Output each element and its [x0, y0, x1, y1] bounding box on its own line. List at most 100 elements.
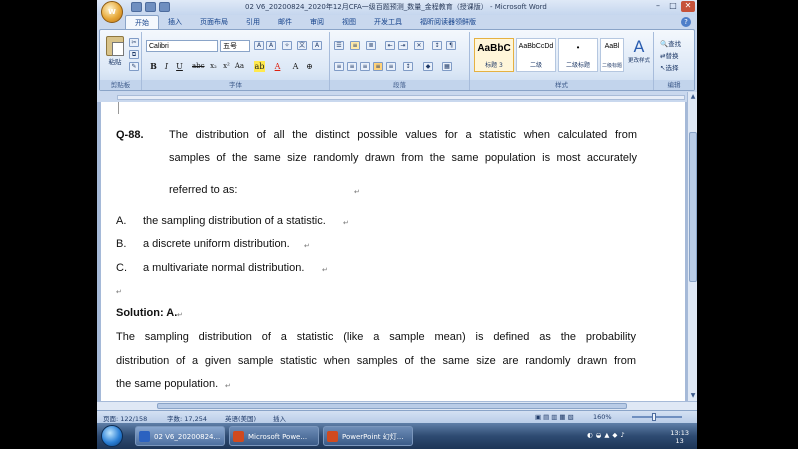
minimize-button[interactable]: – — [651, 1, 665, 12]
tab-review[interactable]: 审阅 — [301, 15, 333, 29]
style-heading3[interactable]: AaBbC 标题 3 — [474, 38, 514, 72]
style-name: 二级标题 — [601, 63, 622, 69]
superscript-button[interactable]: x² — [221, 61, 232, 72]
show-marks-icon[interactable]: ¶ — [446, 41, 456, 50]
highlight-icon[interactable]: ab — [254, 61, 265, 72]
tab-references[interactable]: 引用 — [237, 15, 269, 29]
increase-indent-icon[interactable]: ⇥ — [398, 41, 408, 50]
italic-button[interactable]: I — [161, 61, 172, 72]
align-center-icon[interactable]: ≡ — [347, 62, 357, 71]
style-level2[interactable]: AaBbCcDd 二级 — [516, 38, 556, 72]
taskbar-powerpoint-slideshow[interactable]: PowerPoint 幻灯... — [323, 426, 413, 446]
language-indicator[interactable]: 英语(美国) — [225, 413, 256, 423]
chinese-layout-icon[interactable]: ✕ — [414, 41, 424, 50]
save-icon[interactable] — [131, 2, 142, 12]
format-painter-icon[interactable]: ✎ — [129, 62, 139, 71]
numbering-icon[interactable]: ≡ — [350, 41, 360, 50]
taskbar-word-doc[interactable]: 02 V6_20200824... — [135, 426, 225, 446]
tab-page-layout[interactable]: 页面布局 — [191, 15, 237, 29]
ruler — [97, 92, 697, 102]
paragraph-mark: ↵ — [354, 189, 360, 196]
option-a-text: the sampling distribution of a statistic… — [143, 215, 326, 227]
tray-icons[interactable]: ◐◒▲◆♪ — [587, 431, 628, 439]
change-styles-button[interactable]: A 更改样式 — [628, 38, 650, 65]
distributed-icon[interactable]: ≡ — [386, 62, 396, 71]
multilevel-list-icon[interactable]: ≣ — [366, 41, 376, 50]
task-label: Microsoft Powe... — [248, 433, 308, 441]
clock[interactable]: 13:13 13 — [670, 429, 689, 445]
borders-icon[interactable]: ▦ — [442, 62, 452, 71]
question-number: Q-88. — [116, 129, 144, 141]
scroll-down-icon[interactable]: ▼ — [689, 392, 697, 400]
horizontal-scrollbar[interactable] — [97, 401, 697, 410]
document-page[interactable]: Q-88. The distribution of all the distin… — [101, 102, 685, 401]
grow-font-icon[interactable]: A — [254, 41, 264, 50]
close-button[interactable]: ✕ — [681, 1, 695, 12]
help-icon[interactable]: ? — [681, 17, 691, 27]
tab-view[interactable]: 视图 — [333, 15, 365, 29]
align-right-icon[interactable]: ≡ — [360, 62, 370, 71]
change-case-button[interactable]: Aa — [234, 61, 245, 72]
paste-button[interactable]: 粘贴 — [106, 36, 124, 66]
bold-button[interactable]: B — [148, 61, 159, 72]
phonetic-guide-icon[interactable]: 文 — [297, 41, 307, 50]
find-label: 查找 — [668, 40, 682, 48]
word-count[interactable]: 字数: 17,254 — [167, 413, 207, 423]
insert-mode[interactable]: 插入 — [273, 413, 286, 423]
taskbar-powerpoint[interactable]: Microsoft Powe... — [229, 426, 319, 446]
font-color-icon[interactable]: A — [272, 61, 283, 72]
view-buttons-icon[interactable]: ▣▤▥▦▧ — [535, 413, 576, 421]
margin-corner-mark — [118, 102, 119, 114]
sort-icon[interactable]: ↕ — [432, 41, 442, 50]
bullets-icon[interactable]: ☰ — [334, 41, 344, 50]
styles-group-label: 样式 — [470, 80, 653, 90]
redo-icon[interactable] — [159, 2, 170, 12]
clear-format-icon[interactable]: ✧ — [282, 41, 292, 50]
char-border-icon[interactable]: A — [312, 41, 322, 50]
ruler-bar[interactable] — [117, 95, 685, 100]
paragraph-mark: ↵ — [116, 289, 122, 296]
font-name-select[interactable]: Calibri — [146, 40, 218, 52]
select-button[interactable]: ↖选择 — [660, 62, 681, 74]
subscript-button[interactable]: x₂ — [208, 61, 219, 72]
align-left-icon[interactable]: ≡ — [334, 62, 344, 71]
underline-button[interactable]: U — [174, 61, 185, 72]
tab-mailings[interactable]: 邮件 — [269, 15, 301, 29]
copy-icon[interactable]: ⧉ — [129, 50, 139, 59]
zoom-level[interactable]: 160% — [593, 413, 612, 421]
start-button[interactable] — [101, 425, 123, 447]
font-size-select[interactable]: 五号 — [220, 40, 250, 52]
tab-home[interactable]: 开始 — [125, 15, 159, 29]
vertical-scrollbar[interactable]: ▲ ▼ — [687, 92, 697, 401]
question-line-3: referred to as: — [169, 184, 238, 196]
tab-foxit-reader[interactable]: 福昕阅读器领鲜版 — [411, 15, 485, 29]
clipboard-group-label: 剪贴板 — [100, 80, 141, 90]
horizontal-scroll-thumb[interactable] — [157, 403, 627, 409]
find-button[interactable]: 🔍查找 — [660, 38, 681, 50]
maximize-button[interactable]: □ — [666, 1, 680, 12]
shrink-font-icon[interactable]: A — [266, 41, 276, 50]
enclose-char-icon[interactable]: ⊕ — [304, 61, 315, 72]
paragraph-group: ☰ ≡ ≣ ⇤ ⇥ ✕ ↕ ¶ ≡ ≡ ≡ ≡ ≡ ↕ ◆ ▦ 段落 — [330, 32, 470, 90]
tab-developer[interactable]: 开发工具 — [365, 15, 411, 29]
style-level2-heading-b[interactable]: AaBl 二级标题 — [600, 38, 624, 72]
strikethrough-button[interactable]: abc — [192, 61, 205, 72]
decrease-indent-icon[interactable]: ⇤ — [385, 41, 395, 50]
cut-icon[interactable]: ✂ — [129, 38, 139, 47]
justify-icon[interactable]: ≡ — [373, 62, 383, 71]
style-sample: AaBbC — [477, 43, 511, 54]
clock-date: 13 — [675, 437, 684, 445]
page-count[interactable]: 页面: 122/158 — [103, 413, 147, 423]
zoom-slider-knob[interactable] — [652, 413, 656, 421]
style-level2-heading[interactable]: • 二级标题 — [558, 38, 598, 72]
replace-button[interactable]: ⇄替换 — [660, 50, 681, 62]
tab-insert[interactable]: 插入 — [159, 15, 191, 29]
undo-icon[interactable] — [145, 2, 156, 12]
shading-icon[interactable]: ◆ — [423, 62, 433, 71]
line-spacing-icon[interactable]: ↕ — [403, 62, 413, 71]
vertical-scroll-thumb[interactable] — [689, 132, 697, 282]
scroll-up-icon[interactable]: ▲ — [689, 93, 697, 101]
zoom-slider[interactable] — [632, 416, 682, 418]
office-button[interactable]: W — [101, 1, 123, 23]
char-shading-icon[interactable]: A — [290, 61, 301, 72]
